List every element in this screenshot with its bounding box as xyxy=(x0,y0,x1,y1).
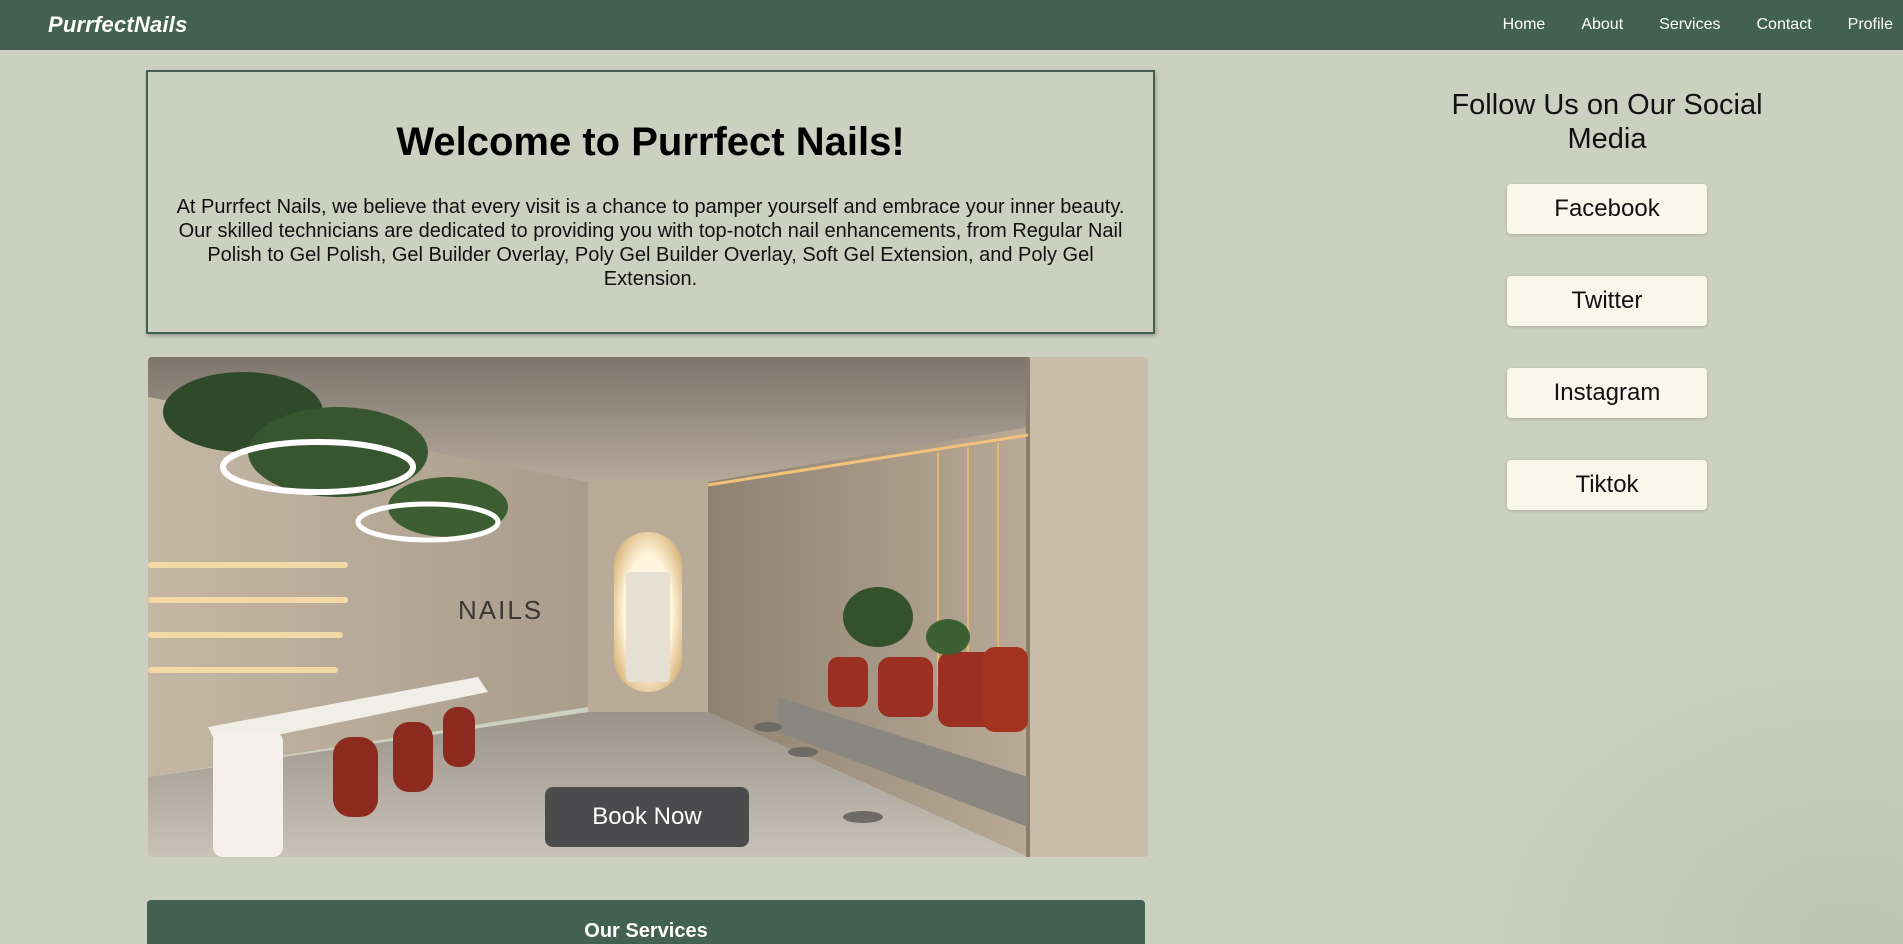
hero-nails-sign: NAILS xyxy=(458,595,543,625)
nav-profile-link[interactable]: Profile xyxy=(1830,16,1903,34)
nav-contact-link[interactable]: Contact xyxy=(1739,16,1830,34)
nav-home-link[interactable]: Home xyxy=(1485,16,1564,34)
hero-image-section: NAILS Book Now xyxy=(148,357,1148,857)
book-now-button[interactable]: Book Now xyxy=(545,787,749,847)
tiktok-button[interactable]: Tiktok xyxy=(1507,460,1707,510)
facebook-button[interactable]: Facebook xyxy=(1507,184,1707,234)
nav-services-link[interactable]: Services xyxy=(1641,16,1738,34)
welcome-description: At Purrfect Nails, we believe that every… xyxy=(176,196,1125,290)
navbar: PurrfectNails Home About Services Contac… xyxy=(0,0,1903,50)
brand-logo[interactable]: PurrfectNails xyxy=(48,12,188,38)
social-title: Follow Us on Our Social Media xyxy=(1451,89,1763,155)
welcome-box: Welcome to Purrfect Nails! At Purrfect N… xyxy=(146,70,1155,334)
salon-interior-image: NAILS xyxy=(148,357,1148,857)
instagram-button[interactable]: Instagram xyxy=(1507,368,1707,418)
nav-about-link[interactable]: About xyxy=(1563,16,1641,34)
welcome-title: Welcome to Purrfect Nails! xyxy=(396,120,905,164)
nav-links: Home About Services Contact Profile xyxy=(1485,0,1903,50)
twitter-button[interactable]: Twitter xyxy=(1507,276,1707,326)
services-title: Our Services xyxy=(584,920,708,942)
social-media-panel: Follow Us on Our Social Media Facebook T… xyxy=(1446,88,1768,552)
background-shade xyxy=(1383,584,1903,944)
our-services-header: Our Services xyxy=(147,900,1145,944)
